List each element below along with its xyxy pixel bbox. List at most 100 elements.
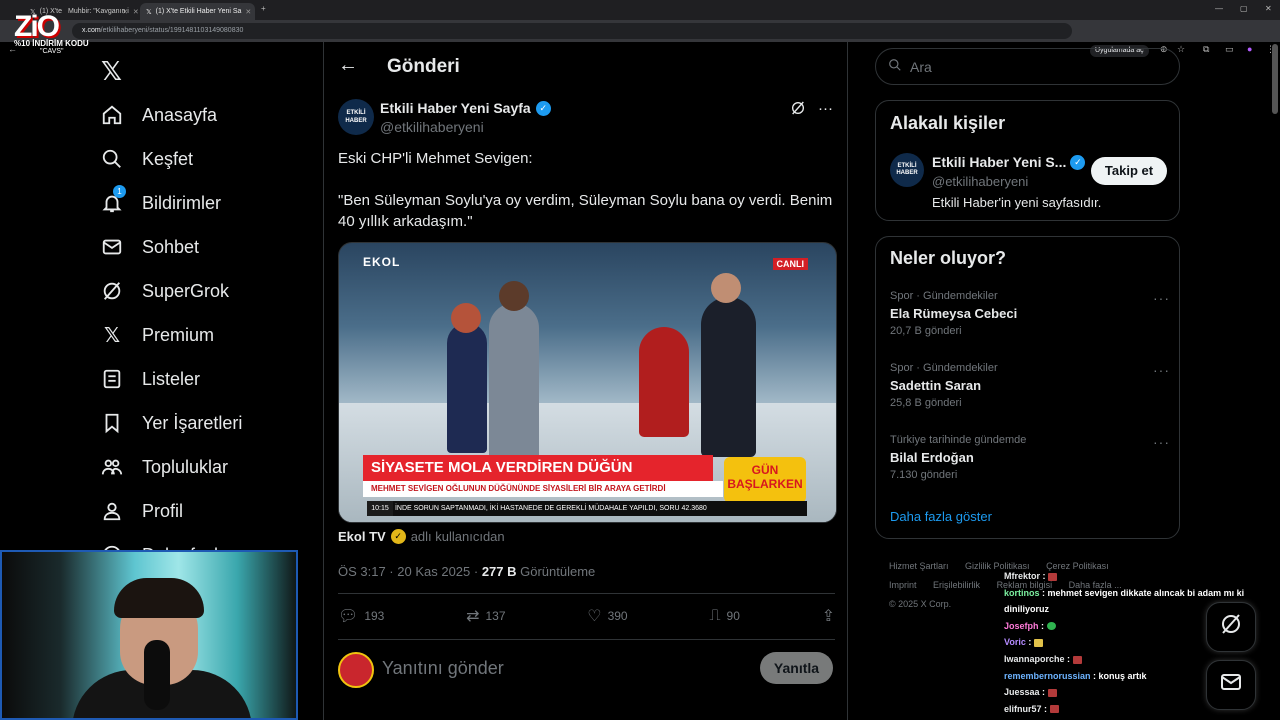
card-title: Neler oluyor? — [890, 248, 1007, 268]
avatar-text: ETKİLİ — [346, 110, 366, 116]
video-person-head — [451, 303, 481, 333]
minimize-button[interactable]: — — [1215, 4, 1223, 13]
footer-link[interactable]: Imprint — [889, 580, 917, 590]
ticker-time: 10:15 — [367, 501, 393, 516]
repost-button[interactable]: ⇄ 137 — [466, 606, 505, 626]
notification-badge: 1 — [113, 185, 126, 198]
chat-username: kortinos — [1004, 587, 1040, 598]
reply-button[interactable]: 💬︎ 193 — [338, 606, 384, 626]
view-label: Görüntüleme — [516, 564, 596, 579]
nav-item-chat[interactable]: Sohbet — [100, 232, 199, 262]
nav-item-communities[interactable]: Topluluklar — [100, 452, 228, 482]
url-field[interactable]: x.com/etkilihaberyeni/status/19914811031… — [72, 23, 1072, 39]
nav-item-lists[interactable]: Listeler — [100, 364, 200, 394]
author-handle[interactable]: @etkilihaberyeni — [380, 119, 484, 135]
related-name[interactable]: Etkili Haber Yeni S... ✓ — [932, 154, 1086, 170]
sidepanel-icon[interactable]: ▭ — [1225, 44, 1234, 55]
trends-card: Neler oluyor? Spor · Gündemdekiler Ela R… — [875, 236, 1180, 539]
trend-item[interactable]: Türkiye tarihinde gündemde Bilal Erdoğan… — [890, 434, 1170, 481]
nav-label: Topluluklar — [142, 456, 229, 477]
nav-item-profile[interactable]: Profil — [100, 496, 183, 526]
follow-button[interactable]: Takip et — [1091, 157, 1167, 185]
browser-tab-bar: 𝕏 (1) X'te ✕ Muhbir: "Kavganın i ✕ 𝕏 (1) X't… — [0, 0, 1280, 20]
main-column: ← Gönderi ETKİLİ HABER Etkili Haber Yeni … — [323, 42, 848, 720]
star-icon[interactable]: ☆ — [1177, 44, 1185, 55]
more-options-icon[interactable]: ··· — [818, 100, 833, 120]
divider — [338, 639, 835, 640]
reply-icon: 💬︎ — [338, 608, 359, 625]
reply-submit-button[interactable]: Yanıtla — [760, 652, 833, 684]
more-options-icon[interactable]: ··· — [1153, 290, 1170, 306]
post-timestamp[interactable]: ÖS 3:17 · 20 Kas 2025 · — [338, 564, 482, 579]
search-input[interactable]: Ara — [875, 48, 1180, 85]
grok-icon[interactable] — [790, 100, 806, 120]
chat-username: remembernorussian — [1004, 670, 1091, 681]
browser-tab-active[interactable]: 𝕏 (1) X'te Etkili Haber Yeni Sa ✕ — [140, 3, 255, 20]
author-name[interactable]: Etkili Haber Yeni Sayfa ✓ — [380, 100, 551, 116]
profile-icon[interactable]: ● — [1247, 44, 1252, 54]
trend-count: 25,8 B gönderi — [890, 397, 962, 409]
user-avatar[interactable] — [338, 652, 374, 688]
url-path: /etkilihaberyeni/status/1991481103149080… — [100, 27, 244, 34]
close-icon[interactable]: ✕ — [133, 8, 138, 16]
repost-icon: ⇄ — [466, 608, 480, 625]
show-more-link[interactable]: Daha fazla göster — [890, 509, 992, 524]
reply-count: 193 — [364, 609, 385, 623]
nav-item-premium[interactable]: 𝕏 Premium — [100, 320, 214, 350]
post-media-video[interactable]: EKOL CANLI SİYASETE MOLA VERDİREN DÜĞÜN … — [338, 242, 837, 523]
nav-item-bookmarks[interactable]: Yer İşaretleri — [100, 408, 242, 438]
trend-item[interactable]: Spor · Gündemdekiler Ela Rümeysa Cebeci … — [890, 290, 1170, 337]
video-person — [489, 303, 539, 463]
extensions-icon[interactable]: ⧉ — [1203, 44, 1209, 55]
search-placeholder: Ara — [910, 58, 932, 75]
grok-fab-button[interactable] — [1206, 602, 1256, 652]
nav-label: Sohbet — [142, 236, 200, 257]
verified-badge-icon: ✓ — [1070, 154, 1086, 170]
author-avatar[interactable]: ETKİLİ HABER — [338, 99, 374, 135]
trend-item[interactable]: Spor · Gündemdekiler Sadettin Saran 25,8… — [890, 362, 1170, 409]
video-person-head — [711, 273, 741, 303]
nav-item-home[interactable]: Anasayfa — [100, 100, 217, 130]
new-tab-button[interactable]: + — [261, 4, 266, 13]
like-button[interactable]: ♡ 390 — [587, 606, 627, 626]
nav-label: Premium — [142, 324, 215, 345]
page-scrollbar[interactable] — [1272, 44, 1278, 114]
media-source[interactable]: Ekol TV ✓ adlı kullanıcıdan — [338, 529, 505, 544]
close-icon[interactable]: ✕ — [245, 8, 251, 16]
messages-fab-button[interactable] — [1206, 660, 1256, 710]
video-person — [639, 327, 689, 437]
avatar-text: HABER — [896, 170, 918, 176]
x-logo[interactable]: 𝕏 — [101, 56, 122, 87]
video-headline: SİYASETE MOLA VERDİREN DÜĞÜN — [363, 455, 713, 481]
nav-label: SuperGrok — [142, 280, 230, 301]
nav-item-notifications[interactable]: 1 Bildirimler — [100, 185, 221, 218]
chat-username: Josefph — [1004, 620, 1039, 631]
mail-icon — [1219, 670, 1243, 700]
bookmark-button[interactable]: ⎍ 90 — [709, 607, 740, 625]
program-badge: GÜN BAŞLARKEN — [724, 457, 806, 503]
post-header: ← Gönderi — [324, 42, 847, 92]
ticker-text: İNDE SORUN SAPTANMADI, İKİ HASTANEDE DE … — [394, 505, 680, 512]
more-options-icon[interactable]: ··· — [1153, 362, 1170, 378]
trend-category: Spor · Gündemdekiler — [890, 290, 998, 302]
post-meta: ÖS 3:17 · 20 Kas 2025 · 277 B Görüntülem… — [338, 564, 595, 579]
grok-icon — [100, 279, 124, 303]
footer-link[interactable]: Erişilebilirlik — [933, 580, 980, 590]
footer-link[interactable]: Hizmet Şartları — [889, 561, 949, 571]
more-options-icon[interactable]: ··· — [1153, 434, 1170, 450]
nav-item-supergrok[interactable]: SuperGrok — [100, 276, 229, 306]
channel-logo: EKOL — [363, 255, 401, 269]
related-avatar[interactable]: ETKİLİ HABER — [890, 153, 924, 187]
emote-icon — [1046, 622, 1056, 631]
card-title: Alakalı kişiler — [890, 113, 1006, 133]
maximize-button[interactable]: ▢ — [1240, 4, 1248, 13]
related-handle[interactable]: @etkilihaberyeni — [932, 174, 1028, 189]
back-arrow-icon[interactable]: ← — [338, 54, 358, 77]
share-button[interactable]: ⇪ — [822, 606, 835, 626]
nav-label: Profil — [142, 500, 184, 521]
nav-item-explore[interactable]: Keşfet — [100, 144, 193, 174]
streamer-hair — [114, 578, 204, 618]
reply-input[interactable]: Yanıtını gönder — [382, 658, 504, 679]
nav-label: Keşfet — [142, 148, 194, 169]
close-window-button[interactable]: ✕ — [1265, 4, 1272, 13]
